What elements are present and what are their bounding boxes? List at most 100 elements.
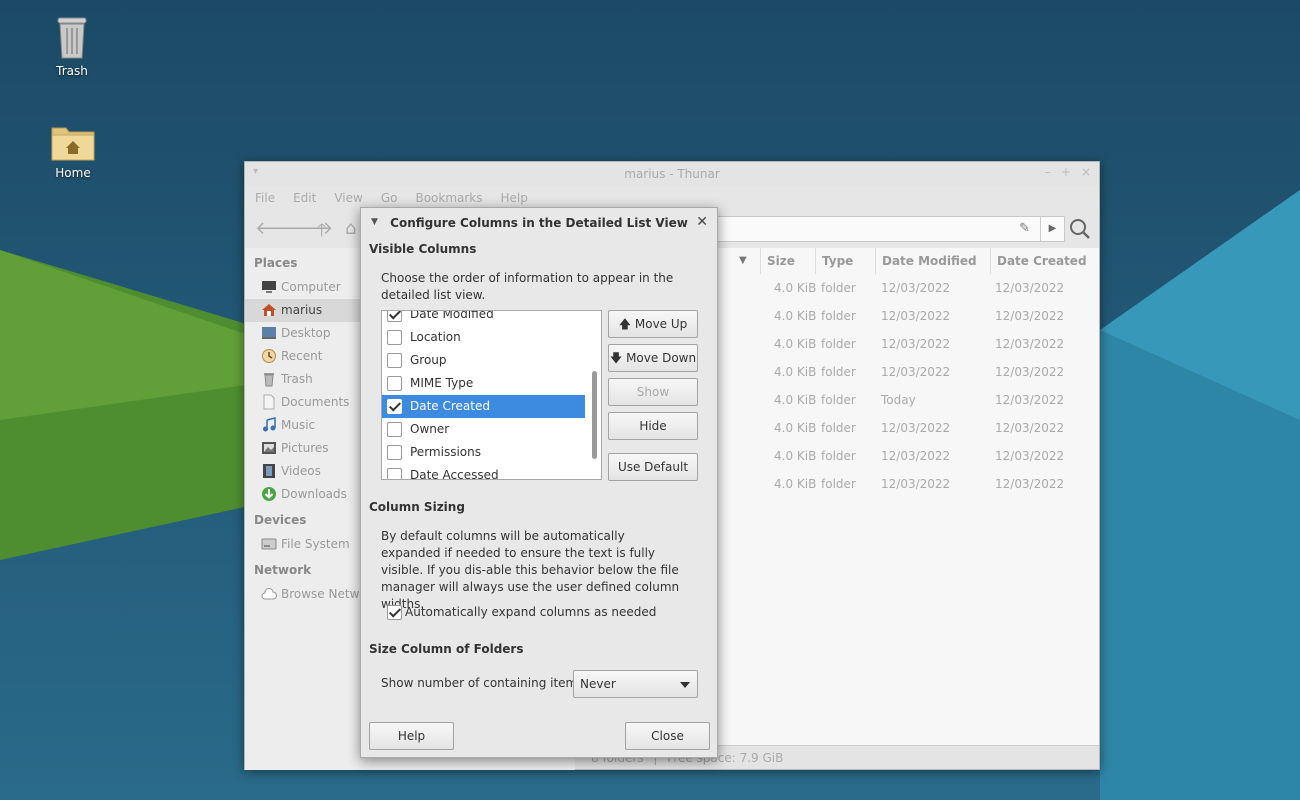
columns-list[interactable]: Date Modified Location Group MIME Type D… <box>381 310 602 480</box>
use-default-button[interactable]: Use Default <box>608 453 698 481</box>
column-item-permissions[interactable]: Permissions <box>382 441 585 464</box>
row-size: 4.0 KiB <box>774 421 817 435</box>
maximize-icon[interactable]: + <box>1061 165 1071 179</box>
row-type: folder <box>821 281 856 295</box>
column-item-group[interactable]: Group <box>382 349 585 372</box>
music-icon <box>263 417 276 432</box>
close-icon[interactable]: × <box>1081 165 1091 179</box>
trash-icon <box>264 373 274 387</box>
row-date-modified: 12/03/2022 <box>881 337 951 351</box>
desktop-icon-home[interactable]: Home <box>33 122 113 180</box>
column-checkbox[interactable] <box>387 445 402 460</box>
sidebar-item-label: Computer <box>281 280 341 294</box>
row-size: 4.0 KiB <box>774 309 817 323</box>
close-icon[interactable]: ✕ <box>696 214 708 230</box>
menu-help[interactable]: Help <box>501 191 528 205</box>
column-item-date-modified[interactable]: Date Modified <box>382 310 585 326</box>
search-icon[interactable] <box>1069 218 1091 240</box>
row-date-created: 12/03/2022 <box>995 393 1065 407</box>
show-count-select[interactable]: Never <box>573 670 698 698</box>
auto-expand-checkbox[interactable] <box>387 605 402 620</box>
column-item-location[interactable]: Location <box>382 326 585 349</box>
sidebar-item-label: File System <box>281 537 350 551</box>
menu-edit[interactable]: Edit <box>293 191 316 205</box>
row-date-modified: 12/03/2022 <box>881 421 951 435</box>
sidebar-item-label: Recent <box>281 349 323 363</box>
row-date-created: 12/03/2022 <box>995 477 1065 491</box>
row-date-modified: 12/03/2022 <box>881 449 951 463</box>
column-checkbox[interactable] <box>387 376 402 391</box>
row-size: 4.0 KiB <box>774 449 817 463</box>
column-item-label: Date Modified <box>410 310 494 321</box>
row-date-modified: 12/03/2022 <box>881 309 951 323</box>
edit-location-icon[interactable]: ✎ <box>1019 221 1030 236</box>
visible-columns-description: Choose the order of information to appea… <box>381 271 674 302</box>
row-date-modified: 12/03/2022 <box>881 477 951 491</box>
chevron-down-icon <box>680 682 690 688</box>
move-down-button[interactable]: 🡇 Move Down <box>608 344 698 372</box>
hide-button[interactable]: Hide <box>608 412 698 440</box>
select-value: Never <box>580 677 616 691</box>
column-checkbox[interactable] <box>387 353 402 368</box>
column-checkbox[interactable] <box>387 330 402 345</box>
list-scrollbar[interactable] <box>592 371 597 459</box>
row-size: 4.0 KiB <box>774 337 817 351</box>
column-item-label: Owner <box>410 422 450 436</box>
dialog-titlebar[interactable]: ▼ Configure Columns in the Detailed List… <box>361 208 717 238</box>
column-checkbox[interactable] <box>387 311 402 322</box>
sidebar-header-places: Places <box>254 256 298 270</box>
location-bar[interactable]: ✎ ▶ <box>715 216 1065 242</box>
column-item-mime-type[interactable]: MIME Type <box>382 372 585 395</box>
menu-view[interactable]: View <box>334 191 362 205</box>
arrow-down-icon: 🡇 <box>609 351 623 365</box>
column-item-label: Location <box>410 330 461 344</box>
column-header-date-modified[interactable]: Date Modified <box>876 248 991 274</box>
close-button[interactable]: Close <box>625 722 710 750</box>
sidebar-header-devices: Devices <box>254 513 307 527</box>
row-size: 4.0 KiB <box>774 365 817 379</box>
row-date-modified: 12/03/2022 <box>881 281 951 295</box>
row-type: folder <box>821 365 856 379</box>
location-next-icon[interactable]: ▶ <box>1040 217 1064 241</box>
sidebar-item-label: Videos <box>281 464 321 478</box>
column-header-size[interactable]: Size <box>761 248 816 274</box>
column-item-date-created[interactable]: Date Created <box>382 395 585 418</box>
row-date-created: 12/03/2022 <box>995 421 1065 435</box>
column-item-date-accessed[interactable]: Date Accessed <box>382 464 585 479</box>
menu-bookmarks[interactable]: Bookmarks <box>415 191 482 205</box>
show-button[interactable]: Show <box>608 378 698 406</box>
minimize-icon[interactable]: – <box>1045 165 1051 179</box>
home-icon[interactable]: ⌂ <box>345 218 356 239</box>
cloud-icon <box>261 588 277 600</box>
desktop-icon-label: Trash <box>56 64 88 78</box>
button-label: Move Up <box>634 317 688 331</box>
column-item-owner[interactable]: Owner <box>382 418 585 441</box>
row-type: folder <box>821 309 856 323</box>
move-up-button[interactable]: 🡅 Move Up <box>608 310 698 338</box>
home-folder-icon <box>51 127 95 161</box>
window-titlebar[interactable]: ▾ marius - Thunar – + × <box>245 162 1099 186</box>
column-header-type[interactable]: Type <box>816 248 876 274</box>
row-size: 4.0 KiB <box>774 477 817 491</box>
column-item-label: Date Created <box>410 399 490 413</box>
column-checkbox[interactable] <box>387 468 402 479</box>
row-date-created: 12/03/2022 <box>995 337 1065 351</box>
column-header-date-created[interactable]: Date Created <box>991 248 1099 274</box>
menu-file[interactable]: File <box>255 191 275 205</box>
up-icon[interactable]: 🡑 <box>317 218 326 248</box>
auto-expand-label[interactable]: Automatically expand columns as needed <box>405 604 656 621</box>
section-size-column: Size Column of Folders <box>369 642 524 656</box>
home-icon <box>262 304 276 316</box>
column-checkbox[interactable] <box>387 422 402 437</box>
window-title: marius - Thunar <box>624 167 720 181</box>
videos-icon <box>263 464 275 478</box>
sidebar-item-label: Pictures <box>281 441 329 455</box>
arrow-up-icon: 🡅 <box>618 317 632 331</box>
desktop-icon-trash[interactable]: Trash <box>32 14 112 78</box>
desktop-icon <box>262 327 276 339</box>
menu-go[interactable]: Go <box>381 191 398 205</box>
help-button[interactable]: Help <box>369 722 454 750</box>
column-checkbox[interactable] <box>387 399 402 414</box>
sort-dropdown[interactable]: ▼ <box>715 248 761 274</box>
row-size: 4.0 KiB <box>774 281 817 295</box>
